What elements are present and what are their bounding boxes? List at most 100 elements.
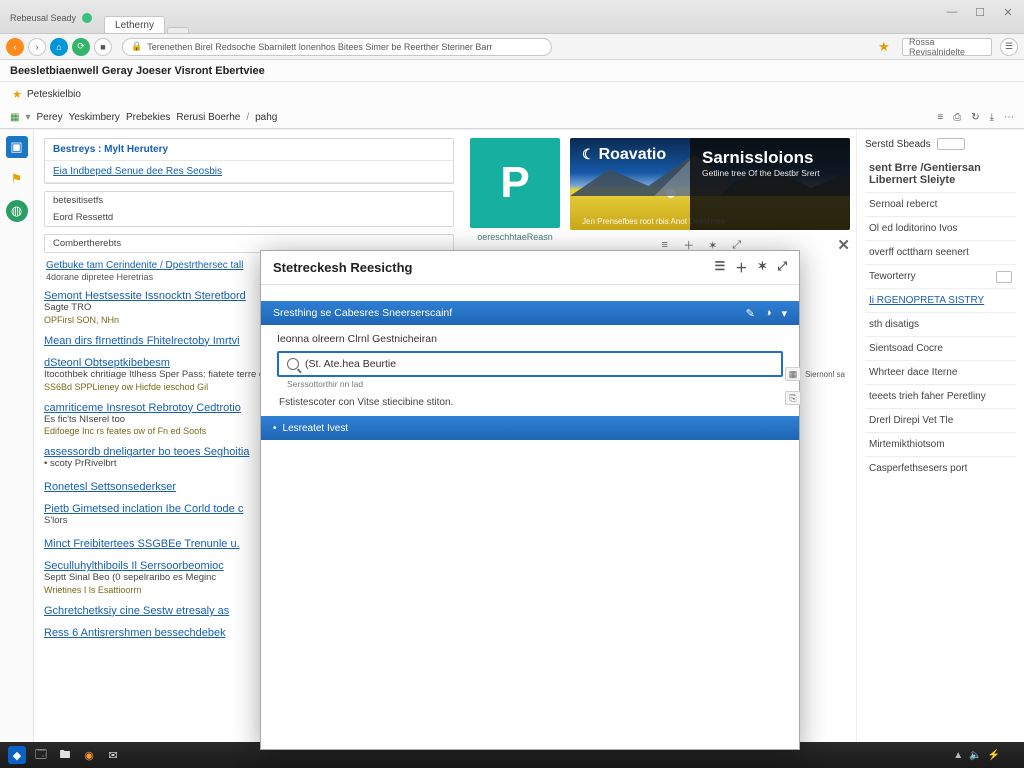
hero-headline: Sarnissloions bbox=[702, 148, 838, 168]
taskbar-app-1[interactable]: 🗔 bbox=[32, 746, 50, 764]
right-item-label: Mirtemikthiotsom bbox=[869, 439, 945, 450]
dialog-action-2[interactable]: ⎘ bbox=[785, 391, 801, 405]
taskbar-app-4[interactable]: ✉ bbox=[104, 746, 122, 764]
right-item-label: Ii RGENOPRETA SISTRY bbox=[869, 295, 984, 306]
right-item-label: Whrteer dace Iterne bbox=[869, 367, 957, 378]
menu-item-2[interactable]: Yeskimbery bbox=[69, 112, 120, 123]
ribbon-icon-4[interactable]: ⤓ bbox=[990, 112, 994, 123]
menu-item-5[interactable]: pahg bbox=[255, 112, 277, 123]
dialog-hdr-icon-3[interactable]: ▾ bbox=[781, 307, 787, 320]
side-icon-flag[interactable]: ⚑ bbox=[6, 168, 28, 190]
right-item-label: Sientsoad Cocre bbox=[869, 343, 943, 354]
hero-blackbox: Sarnissloions Getline tree Of the Destbr… bbox=[690, 138, 850, 230]
tray-icon-1[interactable]: ▲ bbox=[953, 750, 963, 761]
window-controls: — ☐ ✕ bbox=[942, 4, 1018, 20]
tray-icon-2[interactable]: 🔈 bbox=[969, 750, 981, 761]
minimize-button[interactable]: — bbox=[942, 4, 962, 20]
right-list-item[interactable]: sent Brre /Gentiersan Libernert Sleiyte bbox=[865, 156, 1016, 192]
dialog-search-input[interactable]: (St. Ate.hea Beurtie bbox=[277, 351, 783, 377]
address-text: Terenethen Birel Redsoche Sbarnilett lon… bbox=[147, 42, 492, 52]
path-bar: ▦ ▾ Perey Yeskimbery Prebekies Rerusi Bo… bbox=[0, 106, 1024, 128]
panel-1-link[interactable]: Eia Indbeped Senue dee Res Seosbis bbox=[53, 166, 222, 177]
search-icon bbox=[287, 358, 299, 370]
dialog-action-1[interactable]: ▦Siernonl sa bbox=[785, 367, 845, 381]
right-list-item[interactable]: Drerl Direpi Vet Tle bbox=[865, 408, 1016, 432]
right-list: sent Brre /Gentiersan Libernert Sleiyte S… bbox=[865, 156, 1016, 480]
crumb-link[interactable]: Getbuke tam Cerindenite / Dpestrthersec … bbox=[46, 260, 243, 271]
menu-item-4[interactable]: Rerusi Boerhe bbox=[176, 112, 240, 123]
menu-item-3[interactable]: Prebekies bbox=[126, 112, 170, 123]
panel-2-a[interactable]: betesitisetfs bbox=[45, 192, 453, 209]
dialog-selected-row[interactable]: • Lesreatet Ivest bbox=[261, 416, 799, 440]
dialog-expand-icon[interactable]: ⤢ bbox=[777, 259, 787, 276]
star-icon: ★ bbox=[10, 87, 24, 101]
brand-label: Rebeusal Seady bbox=[10, 13, 76, 23]
bookmark-star-icon[interactable]: ★ bbox=[878, 39, 894, 55]
dialog-hdr-icon-2[interactable]: ◑ bbox=[765, 307, 772, 320]
menu-button[interactable]: ☰ bbox=[1000, 38, 1018, 56]
taskbar-app-3[interactable]: ◉ bbox=[80, 746, 98, 764]
side-strip: ▣ ⚑ ◍ bbox=[0, 130, 34, 742]
right-search-box[interactable] bbox=[937, 138, 965, 150]
panel-1: Bestreys : Mylt Herutery Eia Indbeped Se… bbox=[44, 138, 454, 184]
right-list-item[interactable]: Sernoal reberct bbox=[865, 192, 1016, 216]
dialog-add-icon[interactable]: ＋ bbox=[735, 259, 747, 276]
right-list-item[interactable]: teeets trieh faher Peretliny bbox=[865, 384, 1016, 408]
dialog-settings-icon[interactable]: ✶ bbox=[757, 259, 767, 276]
right-list-item[interactable]: Ol ed loditorino Ivos bbox=[865, 216, 1016, 240]
home-button[interactable]: ⌂ bbox=[50, 38, 68, 56]
tab-1[interactable]: Letherny bbox=[104, 16, 165, 33]
dialog-hdr-icon-1[interactable]: ✎ bbox=[746, 307, 755, 320]
right-list-item[interactable]: sth disatigs bbox=[865, 312, 1016, 336]
right-list-item[interactable]: Casperfethsesers port bbox=[865, 456, 1016, 480]
panel-2-b[interactable]: Eord Ressettd bbox=[45, 209, 453, 226]
right-list-item[interactable]: Mirtemikthiotsom bbox=[865, 432, 1016, 456]
page-title: Beesletbiaenwell Geray Joeser Visront Eb… bbox=[0, 60, 1024, 82]
ribbon-icon-1[interactable]: ≡ bbox=[937, 112, 943, 123]
menu-item-1[interactable]: Perey bbox=[36, 112, 62, 123]
nav-forward-button[interactable]: › bbox=[28, 38, 46, 56]
panel-1-title: Bestreys : Mylt Herutery bbox=[45, 139, 453, 161]
stop-button[interactable]: ■ bbox=[94, 38, 112, 56]
dialog-selected-label: Lesreatet Ivest bbox=[283, 423, 349, 434]
bullet-icon: • bbox=[273, 423, 277, 434]
right-item-label: Ol ed loditorino Ivos bbox=[869, 223, 957, 234]
ribbon-icon-3[interactable]: ↻ bbox=[971, 112, 979, 123]
taskbar-app-2[interactable]: 🖿 bbox=[56, 746, 74, 764]
address-bar[interactable]: 🔒 Terenethen Birel Redsoche Sbarnilett l… bbox=[122, 38, 552, 56]
tab-2[interactable] bbox=[167, 27, 189, 33]
right-item-label: sent Brre /Gentiersan Libernert Sleiyte bbox=[869, 162, 981, 186]
right-list-item[interactable]: Teworterry bbox=[865, 264, 1016, 288]
quick-search-field[interactable]: Rossa Revisalnidelte bbox=[902, 38, 992, 56]
ribbon-icon-5[interactable]: ⋯ bbox=[1004, 112, 1014, 123]
right-item-label: overff octtharn seenert bbox=[869, 247, 969, 258]
ribbon-icon-2[interactable]: ⎙ bbox=[953, 112, 961, 123]
side-icon-folder[interactable]: ▣ bbox=[6, 136, 28, 158]
hero-banner[interactable]: ☾Roavatio Jen Prensefbes root rbis Anot … bbox=[570, 138, 850, 230]
taskbar-tray: ▲ 🔈 ⚡ bbox=[953, 750, 1016, 761]
dialog-section-header: Sresthing se Cabesres Sneerserscainf ✎ ◑… bbox=[261, 301, 799, 325]
right-list-item[interactable]: Whrteer dace Iterne bbox=[865, 360, 1016, 384]
dialog-input-hint: Serssottorthir nn lad bbox=[261, 377, 799, 389]
dialog-section-title: Sresthing se Cabesres Sneerserscainf bbox=[273, 307, 452, 319]
close-button[interactable]: ✕ bbox=[998, 4, 1018, 20]
hero-brand: ☾Roavatio bbox=[582, 146, 666, 164]
tray-icon-3[interactable]: ⚡ bbox=[988, 750, 1000, 761]
dialog-list-icon[interactable]: ☰ bbox=[715, 259, 726, 276]
maximize-button[interactable]: ☐ bbox=[970, 4, 990, 20]
right-list-item[interactable]: Ii RGENOPRETA SISTRY bbox=[865, 288, 1016, 312]
nav-back-button[interactable]: ‹ bbox=[6, 38, 24, 56]
right-list-item[interactable]: Sientsoad Cocre bbox=[865, 336, 1016, 360]
reload-button[interactable]: ⟳ bbox=[72, 38, 90, 56]
right-item-label: Teworterry bbox=[869, 271, 916, 282]
side-icon-globe[interactable]: ◍ bbox=[6, 200, 28, 222]
right-list-item[interactable]: overff octtharn seenert bbox=[865, 240, 1016, 264]
tabstrip: Letherny bbox=[104, 9, 189, 33]
hero-close-button[interactable]: ✕ bbox=[837, 236, 850, 254]
start-button[interactable]: ◆ bbox=[8, 746, 26, 764]
fav-item[interactable]: ★ Peteskielbio bbox=[10, 87, 81, 101]
grid-icon[interactable]: ▦ bbox=[10, 112, 19, 123]
fav-label: Peteskielbio bbox=[27, 89, 81, 100]
dialog-right-actions: ▦Siernonl sa ⎘ bbox=[785, 367, 845, 405]
right-item-label: Drerl Direpi Vet Tle bbox=[869, 415, 953, 426]
